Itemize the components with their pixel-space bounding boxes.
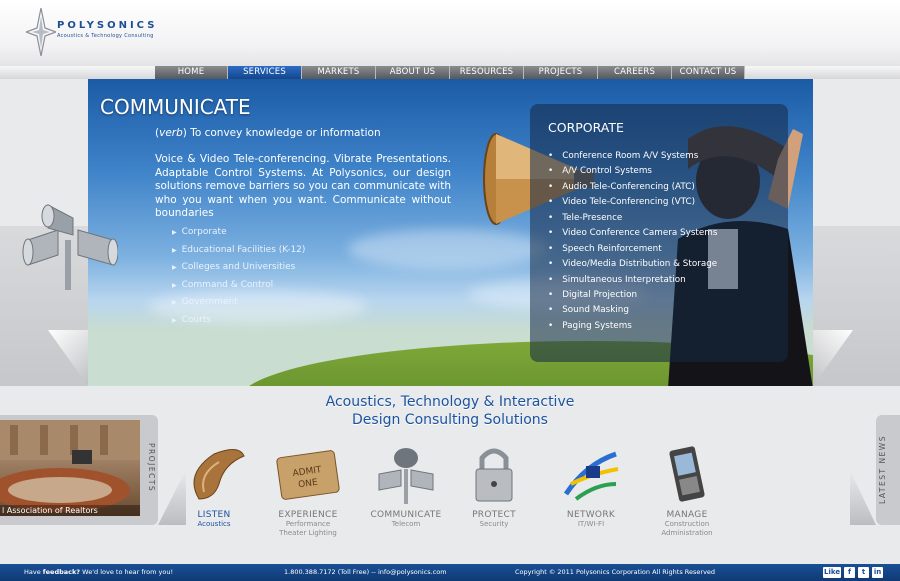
list-item[interactable]: Audio Tele-Conferencing (ATC)	[548, 180, 717, 195]
list-item[interactable]: Video/Media Distribution & Storage	[548, 257, 717, 272]
nav-resources[interactable]: RESOURCES	[450, 66, 524, 79]
nav-contact-us[interactable]: CONTACT US	[672, 66, 745, 79]
list-item[interactable]: Tele-Presence	[548, 211, 717, 226]
bottom-right-fold	[850, 470, 876, 525]
nav-careers[interactable]: CAREERS	[598, 66, 672, 79]
market-link[interactable]: ▶ Government	[172, 294, 305, 312]
service-protect[interactable]: PROTECT Security	[448, 444, 540, 529]
network-cables-icon	[563, 451, 619, 501]
nav-markets[interactable]: MARKETS	[302, 66, 376, 79]
market-link[interactable]: ▶ Command & Control	[172, 277, 305, 295]
corporate-panel: CORPORATE Conference Room A/V Systems A/…	[530, 104, 788, 362]
service-sub: Security	[479, 520, 509, 528]
market-link[interactable]: ▶ Colleges and Universities	[172, 259, 305, 277]
linkedin-icon[interactable]: in	[872, 567, 884, 578]
site-tagline: Acoustics, Technology & Interactive Desi…	[250, 393, 650, 429]
nav-about-us[interactable]: ABOUT US	[376, 66, 450, 79]
list-item[interactable]: Paging Systems	[548, 319, 717, 334]
service-listen[interactable]: LISTEN Acoustics	[168, 444, 260, 529]
triangle-right-icon: ▶	[172, 229, 177, 236]
hero-title: COMMUNICATE	[100, 95, 251, 119]
list-item[interactable]: Conference Room A/V Systems	[548, 149, 717, 164]
tagline-line-2: Design Consulting Solutions	[352, 412, 548, 428]
shell-icon	[193, 449, 245, 500]
facebook-icon[interactable]: f	[844, 567, 856, 578]
service-experience[interactable]: ADMIT ONE EXPERIENCE Performance Theater…	[262, 444, 354, 538]
market-link[interactable]: ▶ Educational Facilities (K-12)	[172, 242, 305, 260]
feedback-text: Have feedback? We'd love to hear from yo…	[24, 568, 174, 576]
list-item[interactable]: Sound Masking	[548, 303, 717, 318]
service-name: NETWORK	[566, 510, 616, 520]
panel-title: CORPORATE	[548, 120, 624, 135]
site-footer: Have feedback? We'd love to hear from yo…	[0, 564, 900, 581]
service-sub: IT/WI-FI	[577, 520, 605, 528]
list-item[interactable]: Speech Reinforcement	[548, 242, 717, 257]
twitter-icon[interactable]: t	[858, 567, 870, 578]
pa-speaker-image	[22, 204, 118, 290]
cloud	[348, 229, 548, 269]
list-item[interactable]: Digital Projection	[548, 288, 717, 303]
triangle-right-icon: ▶	[172, 281, 177, 289]
brand-name[interactable]: POLYSONICS	[57, 20, 157, 31]
service-sub: Acoustics	[197, 520, 231, 528]
like-button[interactable]: Like	[823, 567, 842, 578]
market-links: ▶ Corporate ▶ Educational Facilities (K-12…	[172, 224, 305, 330]
service-name: PROTECT	[472, 510, 516, 520]
hero-definition: (verb) To convey knowledge or informatio…	[155, 127, 381, 139]
feedback-link[interactable]: feedback?	[43, 568, 80, 576]
service-name: LISTEN	[197, 510, 231, 520]
latest-news-label[interactable]: LATEST NEWS	[878, 420, 894, 520]
market-link[interactable]: ▶ Corporate	[172, 224, 305, 242]
nav-home[interactable]: HOME	[155, 66, 228, 79]
service-sub: Theater Lighting	[279, 529, 337, 537]
service-sub: Administration	[661, 529, 713, 537]
site-header: POLYSONICS Acoustics & Technology Consul…	[0, 0, 900, 66]
list-item[interactable]: Video Tele-Conferencing (VTC)	[548, 195, 717, 210]
tagline-line-1: Acoustics, Technology & Interactive	[325, 394, 575, 410]
hero-body: Voice & Video Tele-conferencing. Vibrate…	[155, 153, 451, 219]
service-name: MANAGE	[666, 510, 708, 520]
service-manage[interactable]: MANAGE Construction Administration	[641, 444, 733, 538]
service-communicate[interactable]: COMMUNICATE Telecom	[360, 444, 452, 529]
nav-services[interactable]: SERVICES	[228, 66, 302, 79]
service-sub: Construction	[664, 520, 710, 528]
service-sub: Telecom	[391, 520, 421, 528]
projects-tab-label[interactable]: PROJECTS	[142, 420, 156, 516]
definition-text: To convey knowledge or information	[190, 127, 381, 139]
main-nav: HOME SERVICES MARKETS ABOUT US RESOURCES…	[155, 66, 745, 79]
polysonics-logo-icon[interactable]	[26, 8, 56, 56]
service-network[interactable]: NETWORK IT/WI-FI	[545, 444, 637, 529]
market-link[interactable]: ▶ Courts	[172, 312, 305, 330]
social-icons: Like f t in	[823, 567, 884, 578]
project-caption: l Association of Realtors	[0, 505, 140, 516]
service-name: COMMUNICATE	[370, 510, 442, 520]
service-name: EXPERIENCE	[278, 510, 338, 520]
triangle-right-icon: ▶	[172, 316, 177, 324]
list-item[interactable]: Video Conference Camera Systems	[548, 226, 717, 241]
brand-tagline: Acoustics & Technology Consulting	[57, 33, 154, 39]
corporate-services-list: Conference Room A/V Systems A/V Control …	[548, 149, 717, 334]
phone-icon	[669, 446, 705, 502]
conference-room-image	[0, 420, 140, 512]
definition-word: verb	[159, 127, 183, 139]
list-item[interactable]: Simultaneous Interpretation	[548, 273, 717, 288]
contact-info[interactable]: 1.800.388.7172 (Toll Free) -- info@polys…	[284, 564, 447, 581]
list-item[interactable]: A/V Control Systems	[548, 164, 717, 179]
triangle-right-icon: ▶	[172, 246, 177, 254]
padlock-icon	[475, 448, 513, 502]
hero-banner: COMMUNICATE (verb) To convey knowledge o…	[88, 79, 813, 386]
triangle-right-icon: ▶	[172, 264, 177, 272]
service-sub: Performance	[285, 520, 331, 528]
project-photo[interactable]	[0, 420, 140, 516]
speaker-icon	[378, 448, 434, 504]
copyright: Copyright © 2011 Polysonics Corporation …	[515, 568, 716, 576]
triangle-right-icon: ▶	[172, 299, 177, 307]
nav-projects[interactable]: PROJECTS	[524, 66, 598, 79]
ticket-icon: ADMIT ONE	[276, 450, 340, 500]
